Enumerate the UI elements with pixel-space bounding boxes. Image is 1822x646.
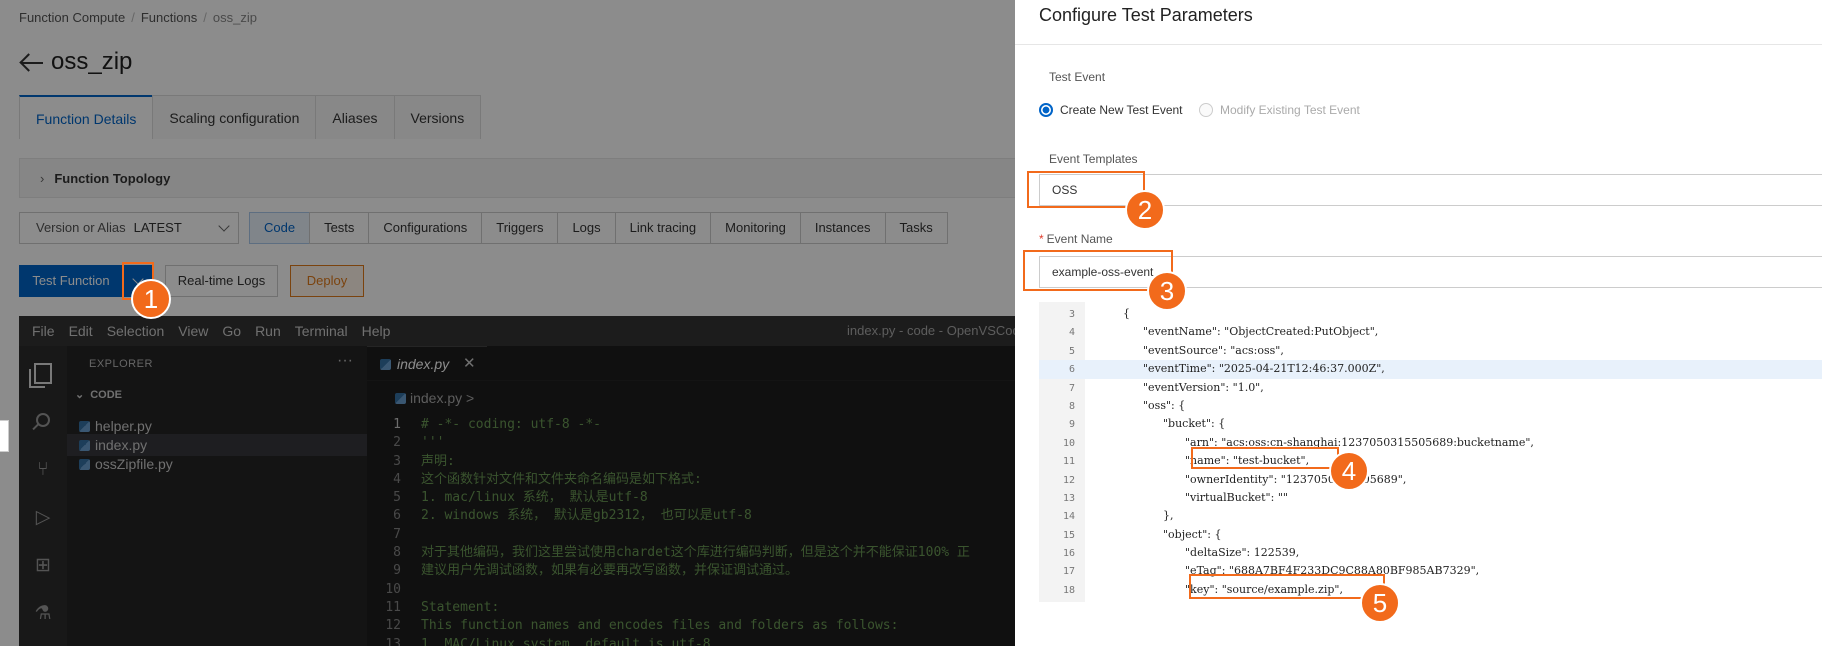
json-line-number: 6 — [1068, 364, 1075, 376]
json-line: 13 "virtualBucket": "" — [1039, 489, 1822, 507]
json-text: "deltaSize": 122539, — [1185, 546, 1300, 560]
json-text: "eventTime": "2025-04-21T12:46:37.000Z", — [1143, 362, 1385, 376]
json-line-number: 4 — [1068, 327, 1075, 339]
json-line-number: 16 — [1062, 548, 1075, 560]
json-text: "ownerIdentity": "1237050315505689", — [1185, 472, 1407, 486]
json-line-number: 18 — [1062, 584, 1075, 596]
event-json-editor[interactable]: 3 {4 "eventName": "ObjectCreated:PutObject… — [1039, 302, 1822, 602]
json-text: }, — [1163, 509, 1174, 523]
radio-checked-icon — [1039, 103, 1053, 117]
json-line: 4 "eventName": "ObjectCreated:PutObject", — [1039, 323, 1822, 341]
json-line: 14}, — [1039, 507, 1822, 525]
json-line-number: 15 — [1062, 529, 1075, 541]
test-event-label: Test Event — [1049, 70, 1106, 84]
required-mark: * — [1039, 232, 1044, 246]
json-line: 8 "oss": { — [1039, 397, 1822, 415]
json-line: 18 "key": "source/example.zip", — [1039, 581, 1822, 599]
radio-modify-existing-test-event[interactable]: Modify Existing Test Event — [1199, 103, 1360, 117]
json-line-number: 11 — [1062, 456, 1075, 468]
json-line: 9 "bucket": { — [1039, 415, 1822, 433]
json-line: 7 "eventVersion": "1.0", — [1039, 379, 1822, 397]
step-badge-1: 1 — [131, 279, 171, 319]
json-line: 5 "eventSource": "acs:oss", — [1039, 342, 1822, 360]
json-text: "eventName": "ObjectCreated:PutObject", — [1143, 325, 1379, 339]
json-line-number: 13 — [1062, 492, 1075, 504]
radio-create-label: Create New Test Event — [1060, 103, 1183, 117]
json-line: 10 "arn": "acs:oss:cn-shanghai:1237050315… — [1039, 434, 1822, 452]
radio-unchecked-icon — [1199, 103, 1213, 117]
json-text: "object": { — [1163, 527, 1222, 541]
configure-test-parameters-drawer: Configure Test Parameters Test Event Cre… — [1015, 0, 1822, 646]
radio-create-new-test-event[interactable]: Create New Test Event — [1039, 103, 1183, 117]
side-collapse-handle[interactable] — [0, 420, 9, 452]
event-name-label: * Event Name — [1039, 232, 1113, 246]
json-line-number: 7 — [1068, 382, 1075, 394]
json-line-number: 17 — [1062, 566, 1075, 578]
step-badge-3: 3 — [1147, 271, 1187, 311]
highlight-bucket-name — [1191, 447, 1339, 469]
radio-modify-label: Modify Existing Test Event — [1220, 103, 1360, 117]
step-badge-2: 2 — [1125, 190, 1165, 230]
json-line-number: 12 — [1062, 474, 1075, 486]
step-badge-4: 4 — [1329, 451, 1369, 491]
json-line: 11 "name": "test-bucket", — [1039, 452, 1822, 470]
modal-backdrop[interactable] — [0, 0, 1015, 646]
screenshot-root: Function Compute / Functions / oss_zip oss_z… — [0, 0, 1822, 646]
step-badge-5: 5 — [1360, 583, 1400, 623]
json-line-number: 5 — [1068, 345, 1075, 357]
json-line-number: 14 — [1062, 511, 1075, 523]
json-text: "eventVersion": "1.0", — [1143, 380, 1264, 394]
json-line: 12 "ownerIdentity": "1237050315505689", — [1039, 471, 1822, 489]
event-name-label-text: Event Name — [1046, 232, 1113, 246]
highlight-object-key — [1189, 574, 1385, 599]
event-templates-label: Event Templates — [1049, 152, 1138, 166]
json-line-number: 8 — [1068, 400, 1075, 412]
json-line-number: 3 — [1068, 309, 1075, 320]
json-line: 6 "eventTime": "2025-04-21T12:46:37.000Z"… — [1039, 360, 1822, 379]
json-text: "oss": { — [1143, 398, 1186, 412]
json-text: { — [1123, 307, 1130, 320]
json-text: "bucket": { — [1163, 417, 1226, 431]
json-text: "virtualBucket": "" — [1185, 490, 1288, 504]
json-text: "eventSource": "acs:oss", — [1143, 343, 1284, 357]
json-line-number: 10 — [1062, 437, 1075, 449]
drawer-title: Configure Test Parameters — [1039, 5, 1253, 25]
json-line: 15 "object": { — [1039, 526, 1822, 544]
json-line: 16 "deltaSize": 122539, — [1039, 544, 1822, 562]
json-line-number: 9 — [1068, 419, 1075, 431]
json-line: 17 "eTag": "688A7BF4F233DC9C88A80BF985AB7… — [1039, 562, 1822, 580]
